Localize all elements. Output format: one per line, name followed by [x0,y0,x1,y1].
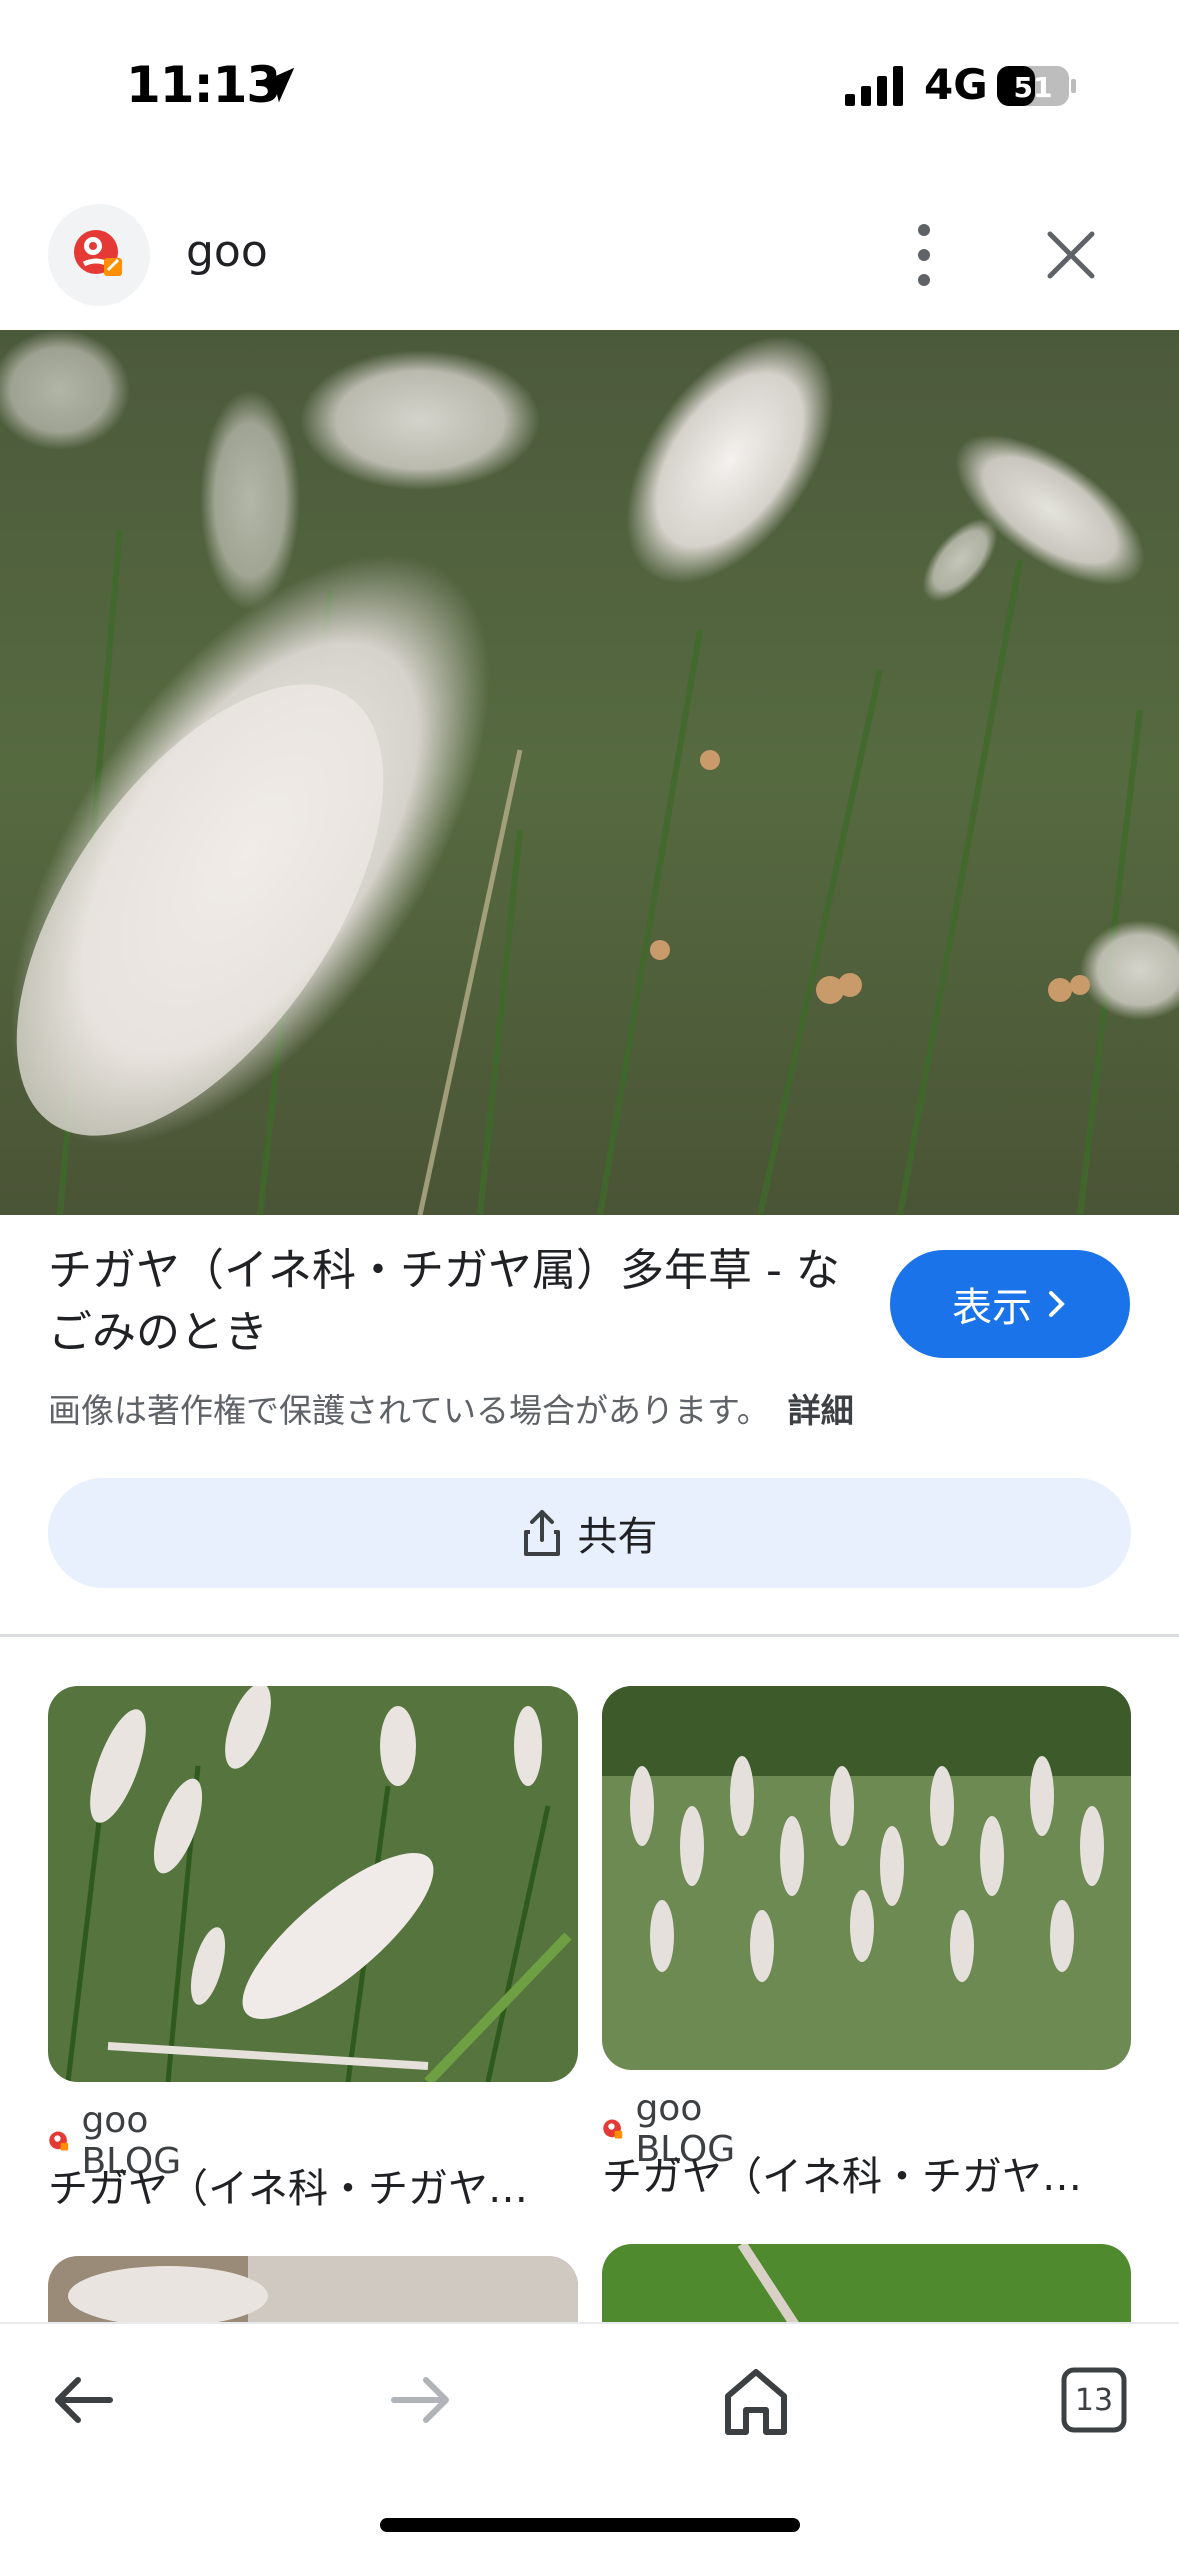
location-arrow-icon [259,67,295,103]
forward-arrow-icon[interactable] [380,2360,460,2440]
related-title[interactable]: チガヤ（イネ科・チガヤ… [48,2156,528,2214]
status-bar: 11:13 4G 51 [0,0,1179,170]
share-button[interactable]: 共有 [48,1478,1131,1588]
close-icon[interactable] [1042,226,1100,284]
grass-thumbnail [48,1686,578,2082]
copyright-notice: 画像は著作権で保護されている場合があります。 詳細 [48,1384,854,1432]
goo-logo-icon [603,2119,623,2139]
more-vert-icon[interactable] [904,220,944,290]
related-thumbnail[interactable] [602,1686,1131,2070]
details-link[interactable]: 詳細 [788,1391,854,1430]
image-title[interactable]: チガヤ（イネ科・チガヤ属）多年草 - なごみのとき [48,1240,848,1364]
network-type: 4G [924,60,988,109]
view-button-label: 表示 [952,1285,1032,1331]
site-favicon[interactable] [48,204,150,306]
home-indicator[interactable] [380,2518,800,2532]
tabs-button[interactable]: 13 [1054,2360,1134,2440]
related-thumbnail[interactable] [48,1686,578,2082]
section-divider [0,1634,1179,1637]
related-title[interactable]: チガヤ（イネ科・チガヤ… [602,2144,1082,2202]
home-icon[interactable] [716,2360,796,2440]
share-button-label: 共有 [577,1514,658,1560]
goo-logo-icon [49,2131,69,2151]
back-arrow-icon[interactable] [44,2360,124,2440]
tab-count: 13 [1074,2382,1114,2418]
copyright-text: 画像は著作権で保護されている場合があります。 [48,1391,770,1430]
main-image[interactable] [0,330,1179,1215]
chevron-right-icon [1049,1291,1065,1317]
site-name[interactable]: goo [186,226,268,277]
share-icon [523,1510,560,1556]
grass-photo [0,330,1179,1215]
grass-thumbnail [602,1686,1131,2070]
goo-logo-icon [74,230,122,276]
cellular-signal-icon [845,66,903,106]
battery-level: 51 [1014,71,1053,104]
viewer-header: goo [0,180,1179,330]
view-button[interactable]: 表示 [890,1250,1130,1358]
battery-icon: 51 [997,66,1076,106]
